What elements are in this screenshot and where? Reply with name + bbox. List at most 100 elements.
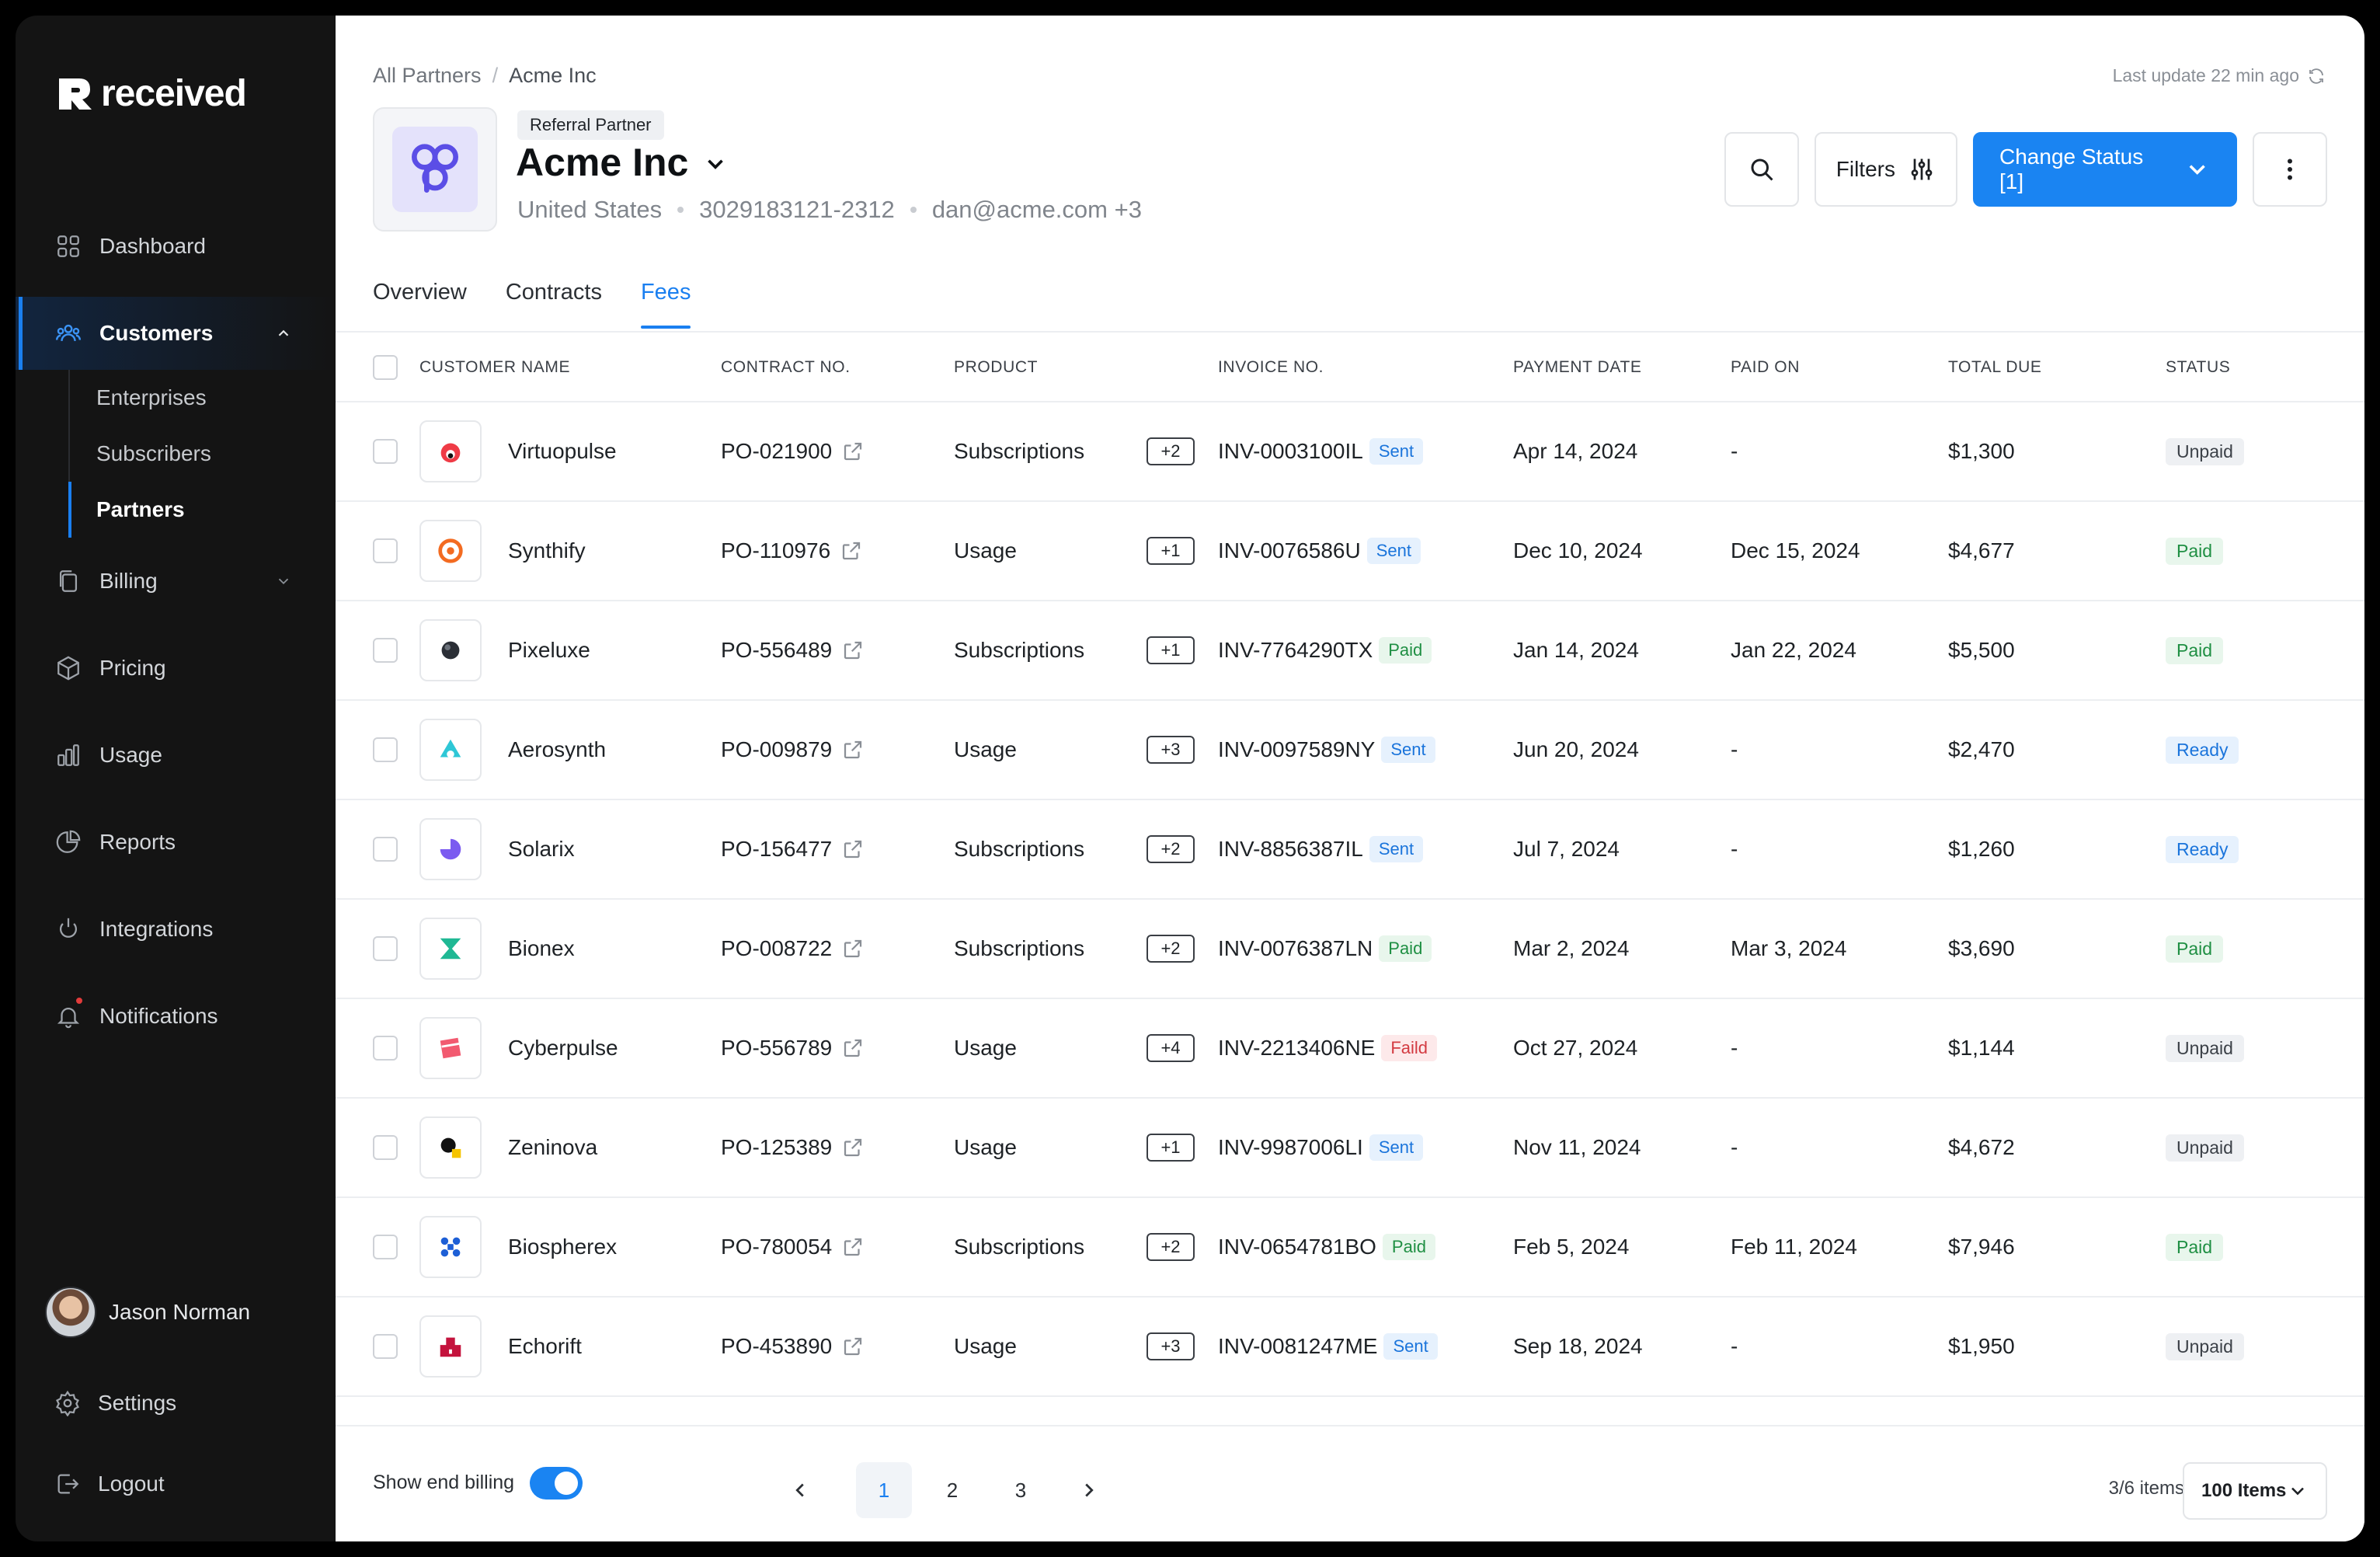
invoice-no[interactable]: INV-2213406NE bbox=[1218, 1036, 1375, 1061]
external-link-icon[interactable] bbox=[841, 738, 865, 761]
contract-no[interactable]: PO-556489 bbox=[721, 638, 832, 663]
table-row[interactable]: Pixeluxe PO-556489 Subscriptions +1 INV-7764… bbox=[336, 601, 2364, 701]
row-checkbox[interactable] bbox=[373, 737, 398, 762]
sidebar-item-reports[interactable]: Reports bbox=[16, 799, 336, 886]
table-row[interactable]: Cyberpulse PO-556789 Usage +4 INV-2213406NE F… bbox=[336, 999, 2364, 1099]
search-button[interactable] bbox=[1724, 132, 1799, 207]
customer-name[interactable]: Cyberpulse bbox=[508, 999, 618, 1097]
contract-no[interactable]: PO-125389 bbox=[721, 1135, 832, 1160]
sidebar-item-usage[interactable]: Usage bbox=[16, 712, 336, 799]
tab-contracts[interactable]: Contracts bbox=[506, 280, 602, 329]
page-title[interactable]: Acme Inc bbox=[516, 140, 729, 185]
invoice-no[interactable]: INV-9987006LI bbox=[1218, 1135, 1363, 1160]
column-total-due[interactable]: TOTAL DUE bbox=[1948, 333, 2042, 402]
column-customer-name[interactable]: CUSTOMER NAME bbox=[419, 333, 570, 402]
chevron-down-icon[interactable] bbox=[275, 573, 292, 590]
breadcrumb-all-partners[interactable]: All Partners bbox=[373, 64, 482, 88]
row-checkbox[interactable] bbox=[373, 538, 398, 563]
contract-no[interactable]: PO-453890 bbox=[721, 1334, 832, 1359]
sidebar-item-partners[interactable]: Partners bbox=[68, 482, 336, 538]
product-extra-badge[interactable]: +2 bbox=[1147, 1233, 1195, 1261]
contract-no[interactable]: PO-008722 bbox=[721, 936, 832, 961]
user-profile[interactable]: Jason Norman bbox=[45, 1287, 250, 1338]
more-options-button[interactable] bbox=[2253, 132, 2327, 207]
sidebar-item-subscribers[interactable]: Subscribers bbox=[70, 426, 336, 482]
product-extra-badge[interactable]: +4 bbox=[1147, 1034, 1195, 1062]
external-link-icon[interactable] bbox=[840, 539, 863, 563]
customer-name[interactable]: Synthify bbox=[508, 502, 586, 600]
customer-name[interactable]: Aerosynth bbox=[508, 701, 606, 799]
external-link-icon[interactable] bbox=[841, 937, 865, 960]
table-row[interactable]: Solarix PO-156477 Subscriptions +2 INV-88563… bbox=[336, 800, 2364, 900]
row-checkbox[interactable] bbox=[373, 1334, 398, 1359]
column-contract-no[interactable]: CONTRACT NO. bbox=[721, 333, 851, 402]
column-product[interactable]: PRODUCT bbox=[954, 333, 1038, 402]
product-extra-badge[interactable]: +2 bbox=[1147, 935, 1195, 963]
settings-button[interactable]: Settings bbox=[54, 1380, 318, 1426]
customer-name[interactable]: Bionex bbox=[508, 900, 575, 998]
invoice-no[interactable]: INV-8856387IL bbox=[1218, 837, 1363, 862]
page-2-button[interactable]: 2 bbox=[924, 1462, 980, 1518]
sidebar-item-enterprises[interactable]: Enterprises bbox=[70, 370, 336, 426]
tab-overview[interactable]: Overview bbox=[373, 280, 467, 329]
tab-fees[interactable]: Fees bbox=[640, 280, 691, 329]
contract-no[interactable]: PO-110976 bbox=[721, 538, 830, 563]
refresh-icon[interactable] bbox=[2307, 67, 2326, 85]
customer-name[interactable]: Zeninova bbox=[508, 1099, 597, 1196]
select-all-checkbox[interactable] bbox=[373, 355, 398, 380]
customer-name[interactable]: Pixeluxe bbox=[508, 601, 590, 699]
external-link-icon[interactable] bbox=[841, 1036, 865, 1060]
external-link-icon[interactable] bbox=[841, 1335, 865, 1358]
table-row[interactable]: Echorift PO-453890 Usage +3 INV-0081247ME Sen… bbox=[336, 1298, 2364, 1397]
row-checkbox[interactable] bbox=[373, 1135, 398, 1160]
table-row[interactable]: Bionex PO-008722 Subscriptions +2 INV-007638… bbox=[336, 900, 2364, 999]
partner-email[interactable]: dan@acme.com +3 bbox=[932, 196, 1142, 224]
table-row[interactable]: Virtuopulse PO-021900 Subscriptions +2 INV-0… bbox=[336, 402, 2364, 502]
sidebar-item-pricing[interactable]: Pricing bbox=[16, 625, 336, 712]
show-end-billing-toggle[interactable] bbox=[530, 1467, 583, 1500]
column-paid-on[interactable]: PAID ON bbox=[1731, 333, 1800, 402]
sidebar-item-dashboard[interactable]: Dashboard bbox=[16, 210, 336, 283]
column-invoice-no[interactable]: INVOICE NO. bbox=[1218, 333, 1324, 402]
customer-name[interactable]: Virtuopulse bbox=[508, 402, 617, 500]
row-checkbox[interactable] bbox=[373, 1036, 398, 1061]
table-row[interactable]: Biospherex PO-780054 Subscriptions +2 INV-06… bbox=[336, 1198, 2364, 1298]
page-1-button[interactable]: 1 bbox=[856, 1462, 912, 1518]
row-checkbox[interactable] bbox=[373, 936, 398, 961]
column-payment-date[interactable]: PAYMENT DATE bbox=[1513, 333, 1642, 402]
filters-button[interactable]: Filters bbox=[1814, 132, 1957, 207]
column-status[interactable]: STATUS bbox=[2166, 333, 2230, 402]
invoice-no[interactable]: INV-0076387LN bbox=[1218, 936, 1373, 961]
invoice-no[interactable]: INV-0003100IL bbox=[1218, 439, 1363, 464]
contract-no[interactable]: PO-021900 bbox=[721, 439, 832, 464]
items-per-page-select[interactable]: 100 Items bbox=[2183, 1462, 2327, 1520]
table-row[interactable]: Aerosynth PO-009879 Usage +3 INV-0097589NY Se… bbox=[336, 701, 2364, 800]
invoice-no[interactable]: INV-0654781BO bbox=[1218, 1235, 1376, 1259]
contract-no[interactable]: PO-556789 bbox=[721, 1036, 832, 1061]
row-checkbox[interactable] bbox=[373, 638, 398, 663]
page-3-button[interactable]: 3 bbox=[993, 1462, 1049, 1518]
product-extra-badge[interactable]: +3 bbox=[1147, 736, 1195, 764]
chevron-up-icon[interactable] bbox=[275, 325, 292, 342]
chevron-down-icon[interactable] bbox=[702, 151, 729, 177]
sidebar-item-integrations[interactable]: Integrations bbox=[16, 886, 336, 973]
row-checkbox[interactable] bbox=[373, 1235, 398, 1259]
sidebar-item-customers[interactable]: Customers bbox=[16, 297, 336, 370]
contract-no[interactable]: PO-156477 bbox=[721, 837, 832, 862]
prev-page-button[interactable] bbox=[772, 1462, 828, 1518]
contract-no[interactable]: PO-009879 bbox=[721, 737, 832, 762]
product-extra-badge[interactable]: +2 bbox=[1147, 437, 1195, 465]
customer-name[interactable]: Biospherex bbox=[508, 1198, 617, 1296]
product-extra-badge[interactable]: +1 bbox=[1147, 636, 1195, 664]
table-row[interactable]: Synthify PO-110976 Usage +1 INV-0076586U Sent… bbox=[336, 502, 2364, 601]
row-checkbox[interactable] bbox=[373, 837, 398, 862]
invoice-no[interactable]: INV-0097589NY bbox=[1218, 737, 1375, 762]
next-page-button[interactable] bbox=[1061, 1462, 1117, 1518]
external-link-icon[interactable] bbox=[841, 838, 865, 861]
product-extra-badge[interactable]: +2 bbox=[1147, 835, 1195, 863]
row-checkbox[interactable] bbox=[373, 439, 398, 464]
product-extra-badge[interactable]: +3 bbox=[1147, 1332, 1195, 1360]
logout-button[interactable]: Logout bbox=[54, 1461, 318, 1507]
product-extra-badge[interactable]: +1 bbox=[1147, 1134, 1195, 1162]
product-extra-badge[interactable]: +1 bbox=[1147, 537, 1195, 565]
